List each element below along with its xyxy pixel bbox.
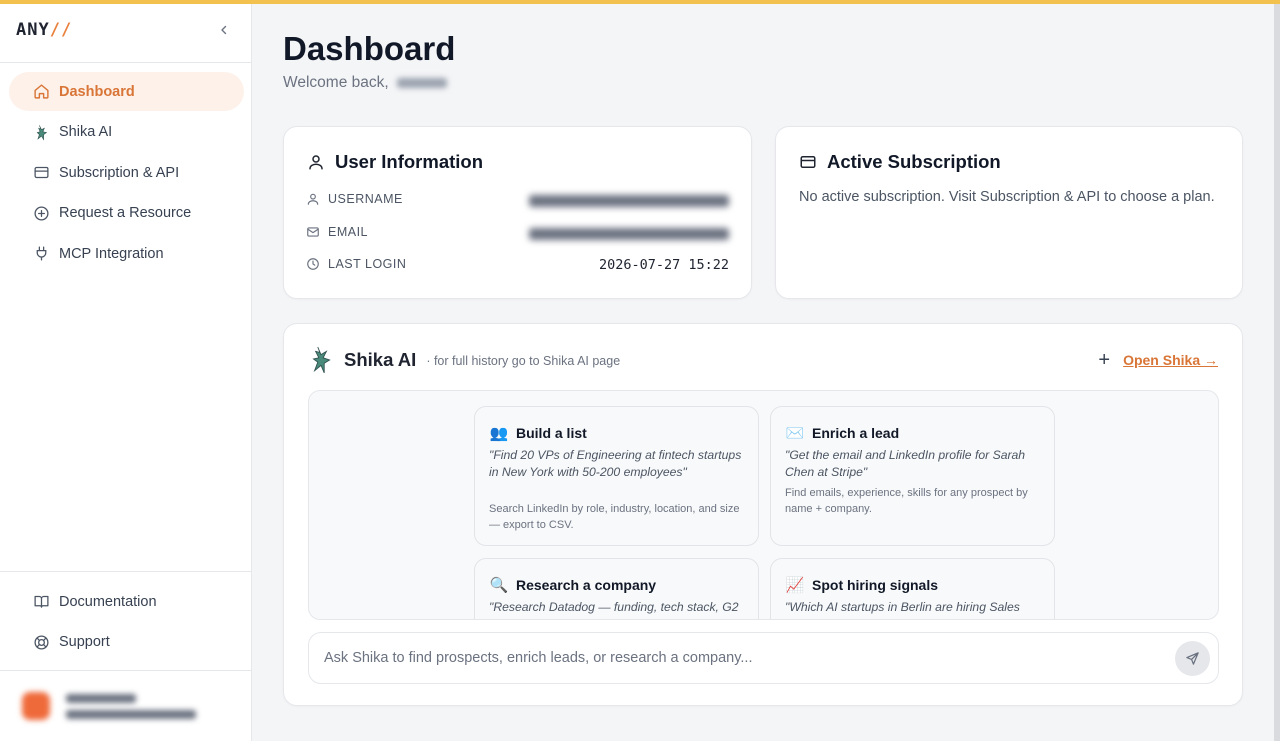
welcome-message: Welcome back, [283, 74, 447, 92]
user-icon [307, 193, 319, 205]
sidebar-item-mcp-integration[interactable]: MCP Integration [9, 234, 244, 273]
sidebar: ANY// Dashboard Shika AI Subscription & … [0, 4, 252, 741]
card-title: Active Subscription [799, 151, 1001, 173]
suggestions-area: 👥 Build a list "Find 20 VPs of Engineeri… [308, 390, 1219, 620]
credit-card-icon [32, 164, 50, 182]
shika-panel-subtitle: · for full history go to Shika AI page [426, 354, 621, 368]
redacted-email [529, 228, 729, 240]
new-chat-button[interactable]: + [1098, 350, 1110, 370]
suggestion-example: "Find 20 VPs of Engineering at fintech s… [489, 448, 742, 479]
shika-ai-panel: Shika AI · for full history go to Shika … [283, 323, 1243, 706]
suggestion-card-build-list[interactable]: 👥 Build a list "Find 20 VPs of Engineeri… [474, 406, 759, 546]
chart-up-icon: 📈 [785, 577, 805, 594]
people-icon: 👥 [489, 425, 509, 442]
magnifier-icon: 🔍 [489, 577, 509, 594]
redacted-user-email [66, 710, 196, 719]
suggestion-example: "Research Datadog — funding, tech stack,… [489, 600, 739, 614]
sidebar-item-request-resource[interactable]: Request a Resource [9, 194, 244, 233]
sidebar-item-dashboard[interactable]: Dashboard [9, 72, 244, 111]
chat-input[interactable] [324, 648, 1144, 668]
suggestion-card-enrich-lead[interactable]: ✉️ Enrich a lead "Get the email and Link… [770, 406, 1055, 546]
sidebar-item-support[interactable]: Support [9, 623, 244, 662]
send-icon [1186, 652, 1199, 665]
email-label: EMAIL [306, 225, 368, 239]
book-icon [32, 593, 50, 611]
suggestion-description: Search LinkedIn by role, industry, locat… [489, 503, 740, 531]
app-logo[interactable]: ANY// [16, 20, 72, 40]
chat-input-box [308, 632, 1219, 684]
send-button[interactable] [1175, 641, 1210, 676]
open-shika-link[interactable]: Open Shika → [1123, 352, 1218, 368]
user-icon [309, 155, 323, 170]
last-login-label: LAST LOGIN [306, 257, 406, 271]
sidebar-item-label: Documentation [59, 593, 157, 610]
suggestion-card-hiring-signals[interactable]: 📈 Spot hiring signals "Which AI startups… [770, 558, 1055, 619]
last-login-value: 2026-07-27 15:22 [598, 257, 729, 273]
lifebuoy-icon [32, 633, 50, 651]
shika-panel-title: Shika AI [344, 349, 417, 370]
shika-logo-icon [32, 123, 50, 141]
active-subscription-card: Active Subscription No active subscripti… [775, 126, 1243, 299]
suggestion-example: "Which AI startups in Berlin are hiring … [785, 600, 1020, 614]
home-icon [32, 83, 50, 101]
suggestion-example: "Get the email and LinkedIn profile for … [785, 448, 1026, 479]
suggestion-title: ✉️ Enrich a lead [785, 425, 900, 442]
window-scrollbar[interactable] [1274, 4, 1280, 741]
sidebar-item-label: Support [59, 634, 110, 650]
username-label: USERNAME [306, 192, 403, 206]
sidebar-item-documentation[interactable]: Documentation [9, 582, 244, 621]
sidebar-divider [0, 62, 252, 63]
sidebar-item-shika-ai[interactable]: Shika AI [9, 113, 244, 152]
sidebar-item-label: Subscription & API [59, 164, 180, 181]
sidebar-divider [0, 670, 252, 671]
sidebar-item-label: Dashboard [59, 83, 135, 100]
mail-icon [307, 227, 319, 237]
clock-icon [307, 258, 319, 270]
suggestion-title: 📈 Spot hiring signals [785, 577, 939, 594]
sidebar-item-label: MCP Integration [59, 245, 164, 262]
plus-circle-icon [32, 204, 50, 222]
plug-icon [32, 245, 50, 263]
collapse-sidebar-button[interactable] [214, 20, 234, 40]
page-title: Dashboard [283, 30, 456, 67]
user-profile-menu[interactable] [22, 688, 222, 728]
sidebar-bottom-nav: Documentation Support [9, 582, 244, 663]
sidebar-item-label: Shika AI [59, 124, 113, 140]
suggestion-title: 🔍 Research a company [489, 577, 657, 594]
chevron-left-icon [221, 25, 227, 35]
user-information-card: User Information USERNAME EMAIL LAST LOG… [283, 126, 752, 299]
suggestion-title: 👥 Build a list [489, 425, 587, 442]
redacted-user-name [66, 694, 136, 703]
sidebar-divider [0, 571, 252, 572]
sidebar-item-label: Request a Resource [59, 205, 192, 221]
subscription-status-text: No active subscription. Visit Subscripti… [799, 189, 1215, 205]
avatar [22, 692, 50, 720]
suggestion-description: Find emails, experience, skills for any … [785, 487, 1028, 515]
redacted-user-name [396, 77, 447, 88]
suggestion-card-research-company[interactable]: 🔍 Research a company "Research Datadog —… [474, 558, 759, 619]
sidebar-nav: Dashboard Shika AI Subscription & API Re… [9, 72, 244, 275]
envelope-icon: ✉️ [785, 425, 805, 442]
shika-logo-icon [312, 346, 331, 374]
sidebar-item-subscription-api[interactable]: Subscription & API [9, 153, 244, 192]
redacted-username [529, 195, 729, 207]
shika-panel-header: Shika AI · for full history go to Shika … [308, 346, 620, 374]
credit-card-icon [800, 156, 816, 168]
card-title: User Information [307, 151, 483, 173]
